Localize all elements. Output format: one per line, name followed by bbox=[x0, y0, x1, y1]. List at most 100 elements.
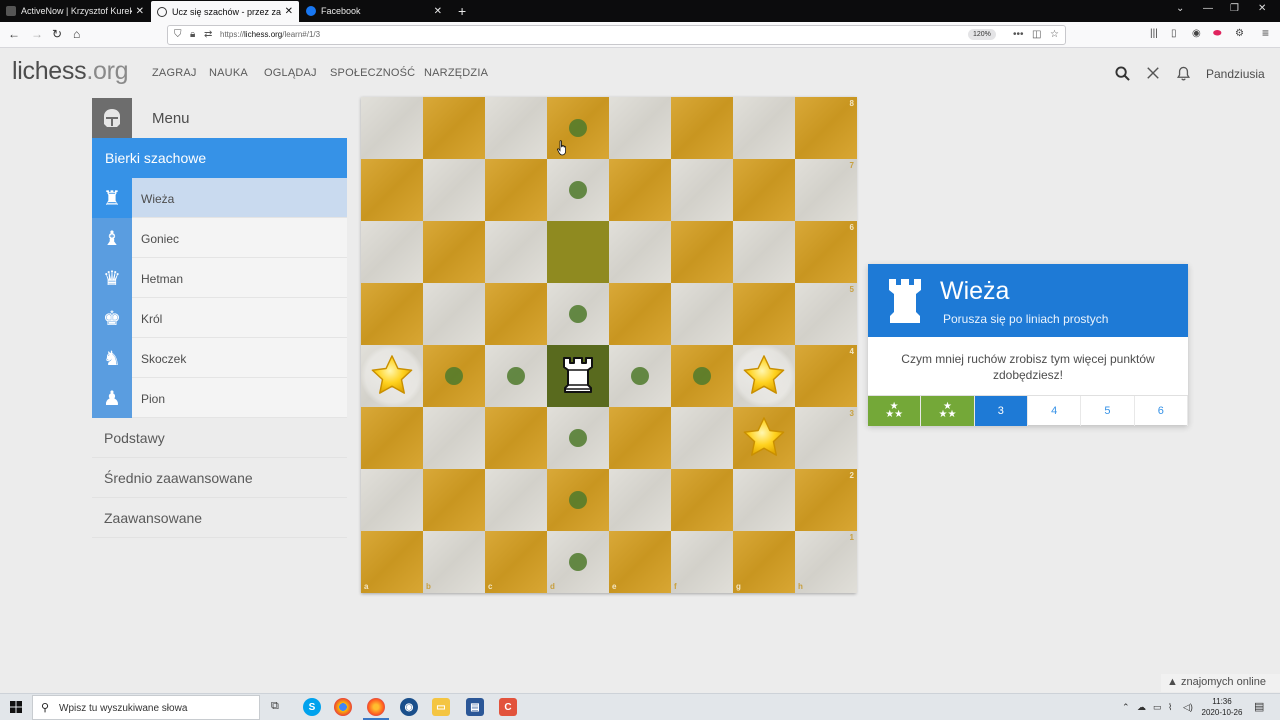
close-icon[interactable]: ✕ bbox=[136, 6, 144, 17]
window-close-icon[interactable]: ✕ bbox=[1258, 3, 1266, 14]
close-icon[interactable]: ✕ bbox=[434, 6, 442, 17]
square-b2[interactable] bbox=[423, 469, 485, 531]
volume-icon[interactable]: ◁) bbox=[1183, 702, 1193, 713]
camtasia-icon[interactable]: C bbox=[499, 698, 517, 716]
step-2[interactable]: ★ ★★ bbox=[921, 396, 975, 426]
step-3[interactable]: 3 bbox=[974, 396, 1028, 426]
square-c1[interactable]: c bbox=[485, 531, 547, 593]
tab-facebook[interactable]: Facebook ✕ bbox=[300, 0, 448, 22]
square-a1[interactable]: a bbox=[361, 531, 423, 593]
move-destination-dot[interactable] bbox=[569, 429, 587, 447]
square-d3[interactable] bbox=[547, 407, 609, 469]
step-6[interactable]: 6 bbox=[1135, 396, 1188, 426]
square-b8[interactable] bbox=[423, 97, 485, 159]
square-e7[interactable] bbox=[609, 159, 671, 221]
notification-bell-icon[interactable] bbox=[1176, 66, 1191, 85]
move-destination-dot[interactable] bbox=[569, 491, 587, 509]
restore-icon[interactable]: ❐ bbox=[1230, 3, 1239, 14]
step-4[interactable]: 4 bbox=[1028, 396, 1082, 426]
shield-icon[interactable]: ⛉ bbox=[174, 29, 182, 40]
lock-icon[interactable]: 🔒︎ bbox=[190, 29, 195, 40]
square-h2[interactable]: 2 bbox=[795, 469, 857, 531]
square-e5[interactable] bbox=[609, 283, 671, 345]
square-d4[interactable] bbox=[547, 345, 609, 407]
extension-badge-icon[interactable]: ⚙ bbox=[1235, 28, 1244, 39]
square-f2[interactable] bbox=[671, 469, 733, 531]
zoom-level[interactable]: 120% bbox=[968, 29, 996, 40]
square-f5[interactable] bbox=[671, 283, 733, 345]
square-h8[interactable]: 8 bbox=[795, 97, 857, 159]
square-f7[interactable] bbox=[671, 159, 733, 221]
stage-pawn[interactable]: ♟ Pion bbox=[92, 378, 347, 418]
square-c7[interactable] bbox=[485, 159, 547, 221]
file-explorer-icon[interactable]: ▭ bbox=[432, 698, 450, 716]
square-a8[interactable] bbox=[361, 97, 423, 159]
square-b7[interactable] bbox=[423, 159, 485, 221]
square-c6[interactable] bbox=[485, 221, 547, 283]
tab-lichess[interactable]: Ucz się szachów - przez zabawę ✕ bbox=[151, 1, 299, 22]
close-icon[interactable]: ✕ bbox=[285, 6, 293, 17]
square-b1[interactable]: b bbox=[423, 531, 485, 593]
square-a3[interactable] bbox=[361, 407, 423, 469]
square-c3[interactable] bbox=[485, 407, 547, 469]
taskbar-search[interactable]: ⚲ Wpisz tu wyszukiwane słowa bbox=[32, 695, 260, 720]
move-destination-dot[interactable] bbox=[569, 305, 587, 323]
square-g6[interactable] bbox=[733, 221, 795, 283]
category-intermediate[interactable]: Średnio zaawansowane bbox=[92, 458, 347, 498]
square-c4[interactable] bbox=[485, 345, 547, 407]
nav-tools[interactable]: NARZĘDZIA bbox=[424, 67, 488, 79]
square-a7[interactable] bbox=[361, 159, 423, 221]
site-logo[interactable]: lichess.org bbox=[12, 57, 129, 86]
tray-expand-icon[interactable]: ⌃ bbox=[1122, 702, 1130, 713]
account-icon[interactable]: ◉ bbox=[1192, 28, 1201, 39]
sidebar-icon[interactable]: ▯ bbox=[1171, 28, 1177, 39]
square-a5[interactable] bbox=[361, 283, 423, 345]
square-g5[interactable] bbox=[733, 283, 795, 345]
square-d6[interactable] bbox=[547, 221, 609, 283]
move-destination-dot[interactable] bbox=[569, 553, 587, 571]
extension-icon[interactable]: ⬬ bbox=[1213, 28, 1222, 39]
stage-queen[interactable]: ♛ Hetman bbox=[92, 258, 347, 298]
square-f6[interactable] bbox=[671, 221, 733, 283]
square-d5[interactable] bbox=[547, 283, 609, 345]
action-center-icon[interactable]: ▤ bbox=[1254, 700, 1264, 713]
square-b3[interactable] bbox=[423, 407, 485, 469]
battery-icon[interactable]: ▭ bbox=[1153, 702, 1162, 713]
challenge-swords-icon[interactable] bbox=[1146, 66, 1160, 84]
square-g7[interactable] bbox=[733, 159, 795, 221]
square-g4[interactable] bbox=[733, 345, 795, 407]
task-view-icon[interactable]: ⧉ bbox=[271, 700, 279, 713]
move-destination-dot[interactable] bbox=[445, 367, 463, 385]
library-icon[interactable]: ||| bbox=[1150, 28, 1158, 39]
star-icon[interactable] bbox=[741, 415, 787, 461]
square-g8[interactable] bbox=[733, 97, 795, 159]
square-e6[interactable] bbox=[609, 221, 671, 283]
document-app-icon[interactable]: ▤ bbox=[466, 698, 484, 716]
move-destination-dot[interactable] bbox=[569, 119, 587, 137]
square-e8[interactable] bbox=[609, 97, 671, 159]
square-g2[interactable] bbox=[733, 469, 795, 531]
forward-icon[interactable]: → bbox=[31, 27, 43, 41]
network-icon[interactable]: ⌇ bbox=[1168, 702, 1172, 713]
square-h6[interactable]: 6 bbox=[795, 221, 857, 283]
tray-cloud-icon[interactable]: ☁ bbox=[1137, 702, 1146, 713]
windows-start-icon[interactable] bbox=[10, 701, 22, 713]
square-a2[interactable] bbox=[361, 469, 423, 531]
square-e4[interactable] bbox=[609, 345, 671, 407]
square-b6[interactable] bbox=[423, 221, 485, 283]
square-e1[interactable]: e bbox=[609, 531, 671, 593]
skype-icon[interactable]: S bbox=[303, 698, 321, 716]
category-basics[interactable]: Podstawy bbox=[92, 418, 347, 458]
page-actions-icon[interactable]: ••• bbox=[1013, 29, 1024, 40]
square-c8[interactable] bbox=[485, 97, 547, 159]
square-h5[interactable]: 5 bbox=[795, 283, 857, 345]
square-h3[interactable]: 3 bbox=[795, 407, 857, 469]
square-c2[interactable] bbox=[485, 469, 547, 531]
square-f8[interactable] bbox=[671, 97, 733, 159]
user-menu[interactable]: Pandziusia bbox=[1206, 67, 1265, 81]
stage-king[interactable]: ♚ Król bbox=[92, 298, 347, 338]
star-icon[interactable] bbox=[369, 353, 415, 399]
app-globe-icon[interactable]: ◉ bbox=[400, 698, 418, 716]
nav-watch[interactable]: OGLĄDAJ bbox=[264, 67, 317, 79]
square-c5[interactable] bbox=[485, 283, 547, 345]
